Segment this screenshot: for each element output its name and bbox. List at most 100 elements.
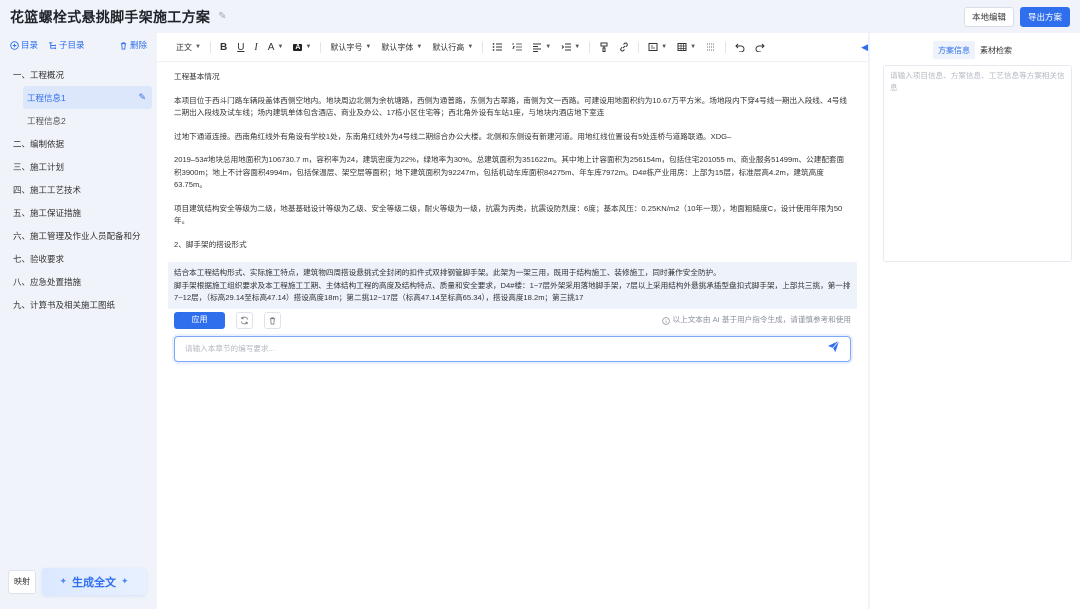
editor-toolbar: 正文 ▼ B U I A ▼ A ▼ 默认字号 ▼ 默认字体 ▼ 默认行高 ▼ ▼ ▼ xyxy=(157,33,868,62)
toolbar-divider xyxy=(589,41,591,53)
image-button[interactable]: ▼ xyxy=(643,38,672,56)
add-toc-button[interactable]: 目录 xyxy=(10,39,38,51)
send-button[interactable] xyxy=(827,340,840,358)
table-icon xyxy=(677,43,687,51)
info-panel-tabs: 方案信息 素材检索 xyxy=(870,41,1080,59)
caret-down-icon: ▼ xyxy=(545,44,552,50)
outline-item-9[interactable]: 九、计算书及相关施工图纸 xyxy=(0,293,157,316)
undo-icon xyxy=(735,43,745,52)
outline-item-4[interactable]: 四、施工工艺技术 xyxy=(0,178,157,201)
export-button[interactable]: 导出方案 xyxy=(1019,6,1070,27)
sparkle-icon: ✦ xyxy=(59,576,67,586)
font-family-select[interactable]: 默认字体 ▼ xyxy=(376,38,427,56)
paragraph: 过地下通道连接。西南角红线外有角设有学校1处，东南角红线外为4号线二期综合办公大… xyxy=(174,131,732,141)
ai-disclaimer: 以上文本由 AI 基于用户指令生成，请谨慎参考和使用 xyxy=(661,314,851,327)
section-heading: 2、脚手架的搭设形式 xyxy=(174,239,247,249)
outline-subitem-2[interactable]: 工程信息2 xyxy=(23,109,152,132)
italic-button[interactable]: I xyxy=(249,38,262,56)
add-sub-toc-label: 子目录 xyxy=(59,40,85,50)
caret-down-icon: ▼ xyxy=(305,44,312,50)
document-title: 花篮螺栓式悬挑脚手架施工方案 xyxy=(10,8,211,25)
local-edit-button[interactable]: 本地编辑 xyxy=(963,6,1014,27)
highlight-icon: A xyxy=(293,43,303,51)
paragraph: 项目建筑结构安全等级为二级，地基基础设计等级为乙级、安全等级二级，耐火等级为一级… xyxy=(174,203,843,226)
caret-down-icon: ▼ xyxy=(574,44,581,50)
highlight-button[interactable]: A ▼ xyxy=(288,38,316,56)
add-sub-toc-button[interactable]: 子目录 xyxy=(48,39,85,51)
toolbar-divider xyxy=(725,41,727,53)
indent-button[interactable]: ▼ xyxy=(556,38,585,56)
info-icon xyxy=(661,316,670,325)
caret-down-icon: ▼ xyxy=(195,44,201,50)
delete-label: 删除 xyxy=(129,40,147,50)
numbered-list-button[interactable] xyxy=(507,38,527,56)
table-button[interactable]: ▼ xyxy=(672,38,701,56)
underline-icon: U xyxy=(237,41,245,53)
trash-icon xyxy=(269,317,276,325)
document-content[interactable]: 工程基本情况 本项目位于西斗门路车辆段盖体西侧空地内。地块周边北侧为余杭塘路，西… xyxy=(157,62,868,362)
plus-circle-icon xyxy=(10,40,19,50)
divider-insert-button[interactable] xyxy=(701,38,721,56)
line-height-select[interactable]: 默认行高 ▼ xyxy=(427,38,478,56)
line-height-value: 默认行高 xyxy=(432,42,465,52)
outline-item-8[interactable]: 八、应急处置措施 xyxy=(0,270,157,293)
undo-button[interactable] xyxy=(730,38,750,56)
font-color-icon: A xyxy=(267,41,275,53)
discard-button[interactable] xyxy=(264,312,281,329)
outline-item-1[interactable]: 一、工程概况 xyxy=(0,63,157,86)
font-color-button[interactable]: A ▼ xyxy=(263,38,289,56)
outline-list: 一、工程概况 工程信息1 ✎ 工程信息2 二、编制依据 三、施工计划 四、施工工… xyxy=(0,63,157,316)
ai-prompt-box xyxy=(174,335,851,362)
align-button[interactable]: ▼ xyxy=(527,38,556,56)
paragraph: 本项目位于西斗门路车辆段盖体西侧空地内。地块周边北侧为余杭塘路，西侧为通普路，东… xyxy=(174,95,847,118)
ai-prompt-input[interactable] xyxy=(185,344,827,353)
format-painter-icon xyxy=(600,42,608,52)
outline-item-6[interactable]: 六、施工管理及作业人员配备和分 xyxy=(0,224,157,247)
outline-subitem-label: 工程信息2 xyxy=(27,115,66,126)
edit-subitem-icon[interactable]: ✎ xyxy=(138,92,146,103)
outline-item-3[interactable]: 三、施工计划 xyxy=(0,155,157,178)
caret-down-icon: ▼ xyxy=(467,44,474,50)
add-toc-label: 目录 xyxy=(21,40,39,50)
app-header: 花篮螺栓式悬挑脚手架施工方案 ✎ 本地编辑 导出方案 xyxy=(0,0,1080,33)
underline-button[interactable]: U xyxy=(232,38,249,56)
horizontal-rule-icon xyxy=(707,43,716,51)
italic-icon: I xyxy=(254,41,258,53)
outline-sidebar: 目录 子目录 删除 一、工程概况 工程信息1 ✎ 工程信息2 二、编制依据 三、… xyxy=(0,33,157,609)
tab-material-search[interactable]: 素材检索 xyxy=(975,41,1017,59)
outline-subitem-1[interactable]: 工程信息1 ✎ xyxy=(23,86,152,109)
edit-title-icon[interactable]: ✎ xyxy=(218,11,226,22)
trash-icon xyxy=(120,41,127,50)
ai-actions-bar: 应用 以上文本由 AI 基于用户指令生成，请谨慎参考和使用 xyxy=(174,312,851,330)
sparkle-icon: ✦ xyxy=(121,576,129,586)
outline-item-2[interactable]: 二、编制依据 xyxy=(0,132,157,155)
sidebar-footer: 映射 ✦ 生成全文 ✦ xyxy=(8,568,146,595)
apply-button[interactable]: 应用 xyxy=(174,312,225,329)
tab-plan-info[interactable]: 方案信息 xyxy=(933,41,975,59)
section-heading: 工程基本情况 xyxy=(174,72,220,81)
plan-info-textarea[interactable]: 请输入项目信息、方案信息、工艺信息等方案相关信息 xyxy=(883,65,1072,262)
bullet-list-button[interactable] xyxy=(487,38,507,56)
collapse-panel-icon[interactable]: ◀ xyxy=(861,42,868,53)
font-family-value: 默认字体 xyxy=(381,42,414,52)
format-painter-button[interactable] xyxy=(594,38,614,56)
caret-down-icon: ▼ xyxy=(365,44,372,50)
bold-button[interactable]: B xyxy=(215,38,232,56)
map-button[interactable]: 映射 xyxy=(8,569,36,594)
delete-button[interactable]: 删除 xyxy=(119,39,147,51)
outline-item-7[interactable]: 七、验收要求 xyxy=(0,247,157,270)
caret-down-icon: ▼ xyxy=(661,44,668,50)
caret-down-icon: ▼ xyxy=(416,44,423,50)
link-button[interactable] xyxy=(614,38,634,56)
redo-button[interactable] xyxy=(750,38,770,56)
indent-icon xyxy=(561,43,572,51)
font-size-select[interactable]: 默认字号 ▼ xyxy=(325,38,376,56)
regenerate-button[interactable] xyxy=(236,312,253,329)
outline-item-5[interactable]: 五、施工保证措施 xyxy=(0,201,157,224)
bullet-list-icon xyxy=(492,43,503,51)
link-icon xyxy=(620,42,628,52)
send-icon xyxy=(827,340,840,352)
font-size-value: 默认字号 xyxy=(330,42,363,52)
generate-full-text-button[interactable]: ✦ 生成全文 ✦ xyxy=(42,568,146,595)
paragraph-style-select[interactable]: 正文 ▼ xyxy=(171,38,206,56)
